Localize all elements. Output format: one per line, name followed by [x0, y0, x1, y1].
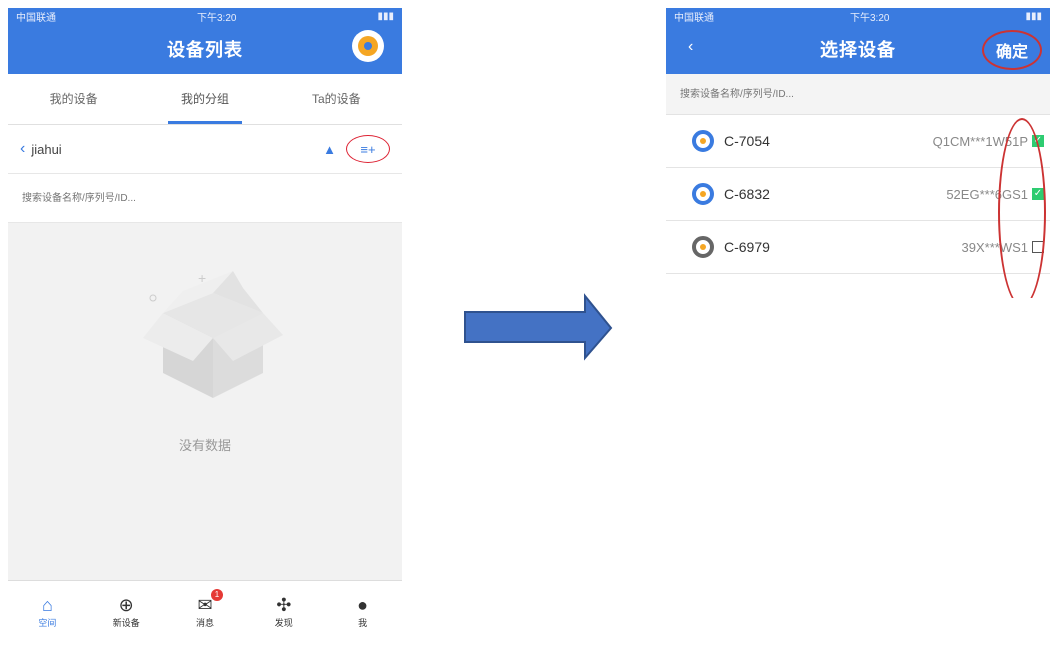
search-bar: [8, 174, 402, 223]
search-input[interactable]: [20, 191, 390, 205]
bottom-tab-me[interactable]: ● 我: [323, 581, 402, 641]
chat-button[interactable]: [352, 30, 384, 62]
bottom-tab-label: 发现: [274, 617, 293, 628]
empty-box-icon: + +: [118, 263, 297, 403]
message-badge: 1: [210, 589, 223, 601]
bottom-tab-label: 空间: [38, 617, 57, 628]
device-row[interactable]: C-6979 39X***WS1: [666, 221, 1050, 274]
group-row: ‹ jiahui ▲ ≡+: [8, 125, 402, 174]
search-bar: [666, 74, 1050, 115]
battery-icon: ▮▮▮: [377, 10, 394, 22]
tab-ta-devices[interactable]: Ta的设备: [271, 74, 402, 124]
header: 中国联通 下午3:20 ▮▮▮ ‹ 选择设备 确定: [666, 8, 1050, 74]
bottom-tab-bar: ⌂ 空间 ⊕ 新设备 ✉ 1 消息 ✣ 发现 ● 我: [8, 580, 402, 641]
device-name: C-6832: [724, 186, 770, 202]
device-checkbox[interactable]: ✓: [1032, 188, 1044, 200]
device-list-screen: 中国联通 下午3:20 ▮▮▮ 设备列表 我的设备 我的分组 Ta的设备 ‹ j…: [8, 8, 402, 641]
page-title: 设备列表: [167, 40, 243, 60]
mail-icon: ✉: [197, 594, 213, 615]
mountain-icon[interactable]: ▲: [323, 142, 336, 157]
home-icon: ⌂: [41, 594, 53, 615]
bottom-tab-messages[interactable]: ✉ 1 消息: [166, 581, 245, 641]
group-name: jiahui: [31, 141, 62, 157]
device-icon: [692, 236, 714, 258]
confirm-button[interactable]: 确定: [982, 30, 1042, 70]
device-serial: Q1CM***1W51P: [932, 133, 1028, 149]
user-icon: ●: [357, 594, 369, 615]
device-checkbox[interactable]: ✓: [1032, 135, 1044, 147]
list-add-icon: ≡+: [360, 141, 376, 157]
device-checkbox[interactable]: [1032, 241, 1044, 253]
empty-state: + + 没有数据: [8, 223, 402, 573]
fan-icon: ✣: [276, 594, 292, 615]
device-name: C-6979: [724, 239, 770, 255]
nav-bar: 设备列表: [8, 24, 402, 74]
bottom-tab-space[interactable]: ⌂ 空间: [8, 581, 87, 641]
bottom-tab-label: 消息: [195, 617, 214, 628]
tab-bar: 我的设备 我的分组 Ta的设备: [8, 74, 402, 125]
nav-bar: ‹ 选择设备 确定: [666, 24, 1050, 74]
empty-text: 没有数据: [178, 438, 231, 453]
carrier-label: 中国联通: [16, 12, 56, 24]
carrier-label: 中国联通: [674, 12, 714, 24]
chat-icon: [358, 36, 378, 56]
bottom-tab-label: 我: [358, 617, 368, 628]
device-serial: 52EG***6GS1: [946, 186, 1028, 202]
back-icon[interactable]: ‹: [20, 140, 25, 158]
arrow-right-icon: [464, 293, 613, 361]
tab-my-groups[interactable]: 我的分组: [139, 74, 270, 124]
bottom-tab-discover[interactable]: ✣ 发现: [244, 581, 323, 641]
add-device-to-group-button[interactable]: ≡+: [346, 135, 390, 163]
time-label: 下午3:20: [197, 12, 237, 24]
tab-my-devices[interactable]: 我的设备: [8, 74, 139, 124]
device-row[interactable]: C-7054 Q1CM***1W51P ✓: [666, 115, 1050, 168]
time-label: 下午3:20: [850, 12, 890, 24]
device-icon: [692, 183, 714, 205]
status-bar: 中国联通 下午3:20 ▮▮▮: [666, 8, 1050, 24]
select-device-screen: 中国联通 下午3:20 ▮▮▮ ‹ 选择设备 确定 C-7054 Q1CM***…: [666, 8, 1050, 298]
device-icon: [692, 130, 714, 152]
search-input[interactable]: [678, 87, 1038, 101]
device-name: C-7054: [724, 133, 770, 149]
bottom-tab-new-device[interactable]: ⊕ 新设备: [87, 581, 166, 641]
battery-icon: ▮▮▮: [1025, 10, 1042, 22]
device-serial: 39X***WS1: [961, 239, 1028, 255]
plus-circle-icon: ⊕: [118, 594, 134, 615]
bottom-tab-label: 新设备: [112, 617, 140, 628]
header: 中国联通 下午3:20 ▮▮▮ 设备列表: [8, 8, 402, 74]
device-row[interactable]: C-6832 52EG***6GS1 ✓: [666, 168, 1050, 221]
status-bar: 中国联通 下午3:20 ▮▮▮: [8, 8, 402, 24]
